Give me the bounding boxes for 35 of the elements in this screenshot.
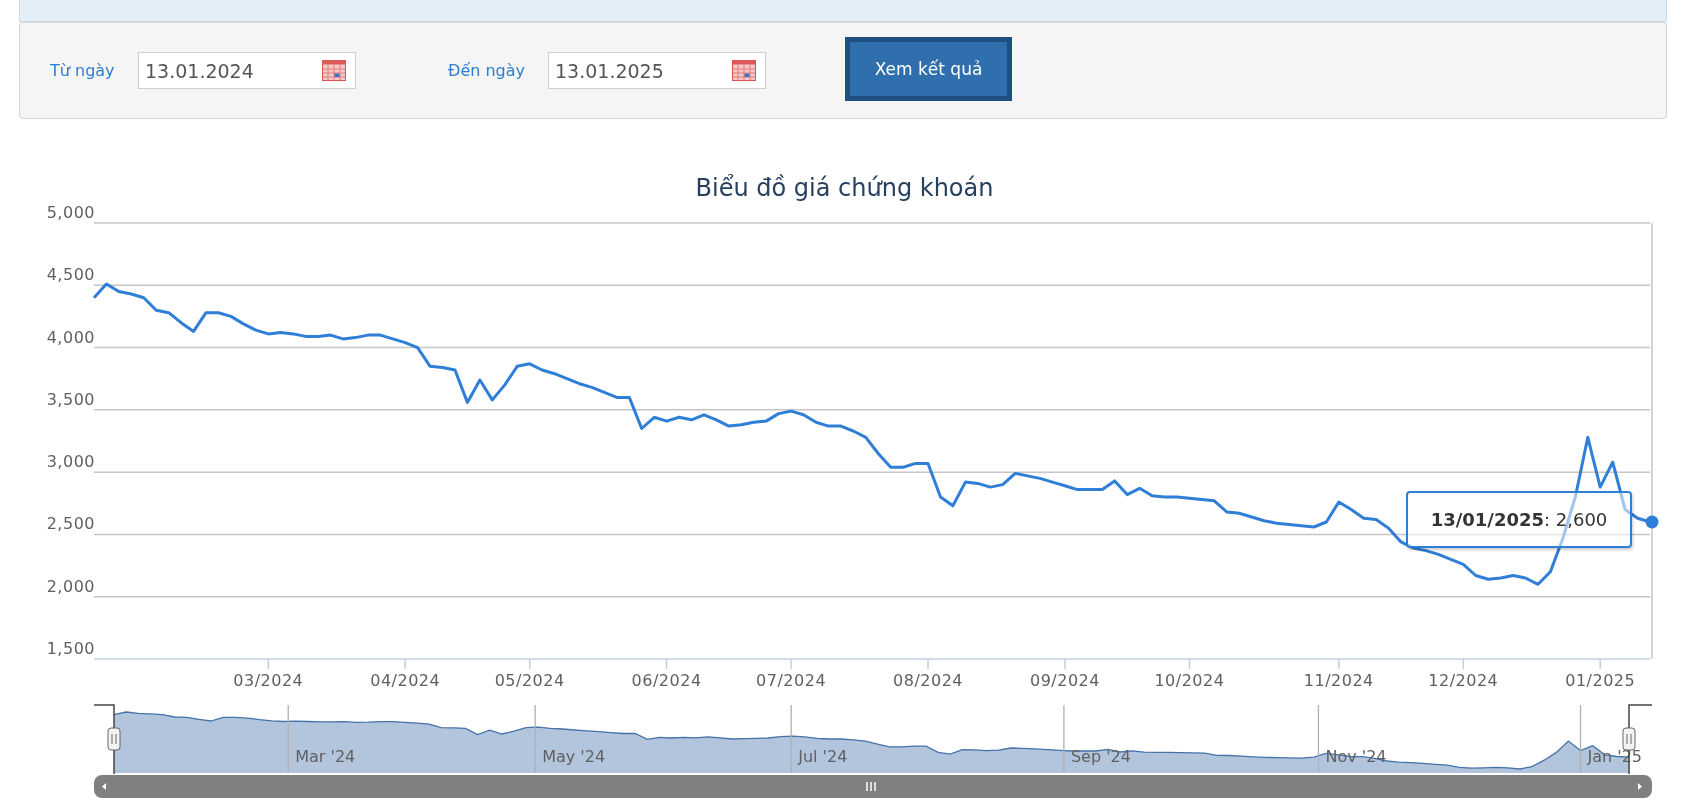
y-axis-label: 5,000 [46,203,95,222]
point-marker [1645,515,1659,529]
submit-button[interactable]: Xem kết quả [845,37,1012,101]
calendar-icon[interactable] [732,59,756,81]
y-axis-label: 3,500 [46,389,95,409]
scroll-left-button[interactable] [94,775,114,798]
calendar-icon[interactable] [322,59,346,81]
y-axis-label: 4,000 [46,327,95,347]
y-axis-label: 3,000 [46,452,95,472]
x-axis-label: 04/2024 [370,671,441,690]
scroll-right-button[interactable] [1629,775,1652,798]
y-axis-label: 1,500 [46,639,95,658]
x-axis-label: 05/2024 [494,671,565,690]
x-axis-label: 06/2024 [631,671,702,690]
x-axis-label: 07/2024 [756,671,827,690]
to-date-field[interactable]: 13.01.2025 [548,52,766,89]
y-axis-label: 2,000 [46,576,95,596]
chart-tooltip: 13/01/2025: 2,600 [1406,491,1632,548]
navigator-handle[interactable] [93,704,121,775]
from-date-label: Từ ngày [50,61,116,80]
navigator-label: Jul '24 [798,747,848,766]
to-date-label: Đến ngày [448,61,527,80]
from-date-field[interactable]: 13.01.2024 [138,52,356,89]
navigator-label: Sep '24 [1070,747,1131,766]
y-axis-label: 4,500 [46,265,95,285]
x-axis-label: 08/2024 [893,671,963,690]
y-axis-label: 2,500 [46,514,95,534]
x-axis-label: 03/2024 [233,671,304,690]
navigator-label: May '24 [542,747,606,766]
x-axis-label: 11/2024 [1303,671,1374,690]
x-axis-label: 10/2024 [1154,671,1225,690]
x-axis-label: 12/2024 [1428,671,1499,690]
x-axis-label: 01/2025 [1565,671,1636,690]
navigator-label: Mar '24 [295,747,356,766]
x-axis-label: 09/2024 [1029,671,1100,690]
